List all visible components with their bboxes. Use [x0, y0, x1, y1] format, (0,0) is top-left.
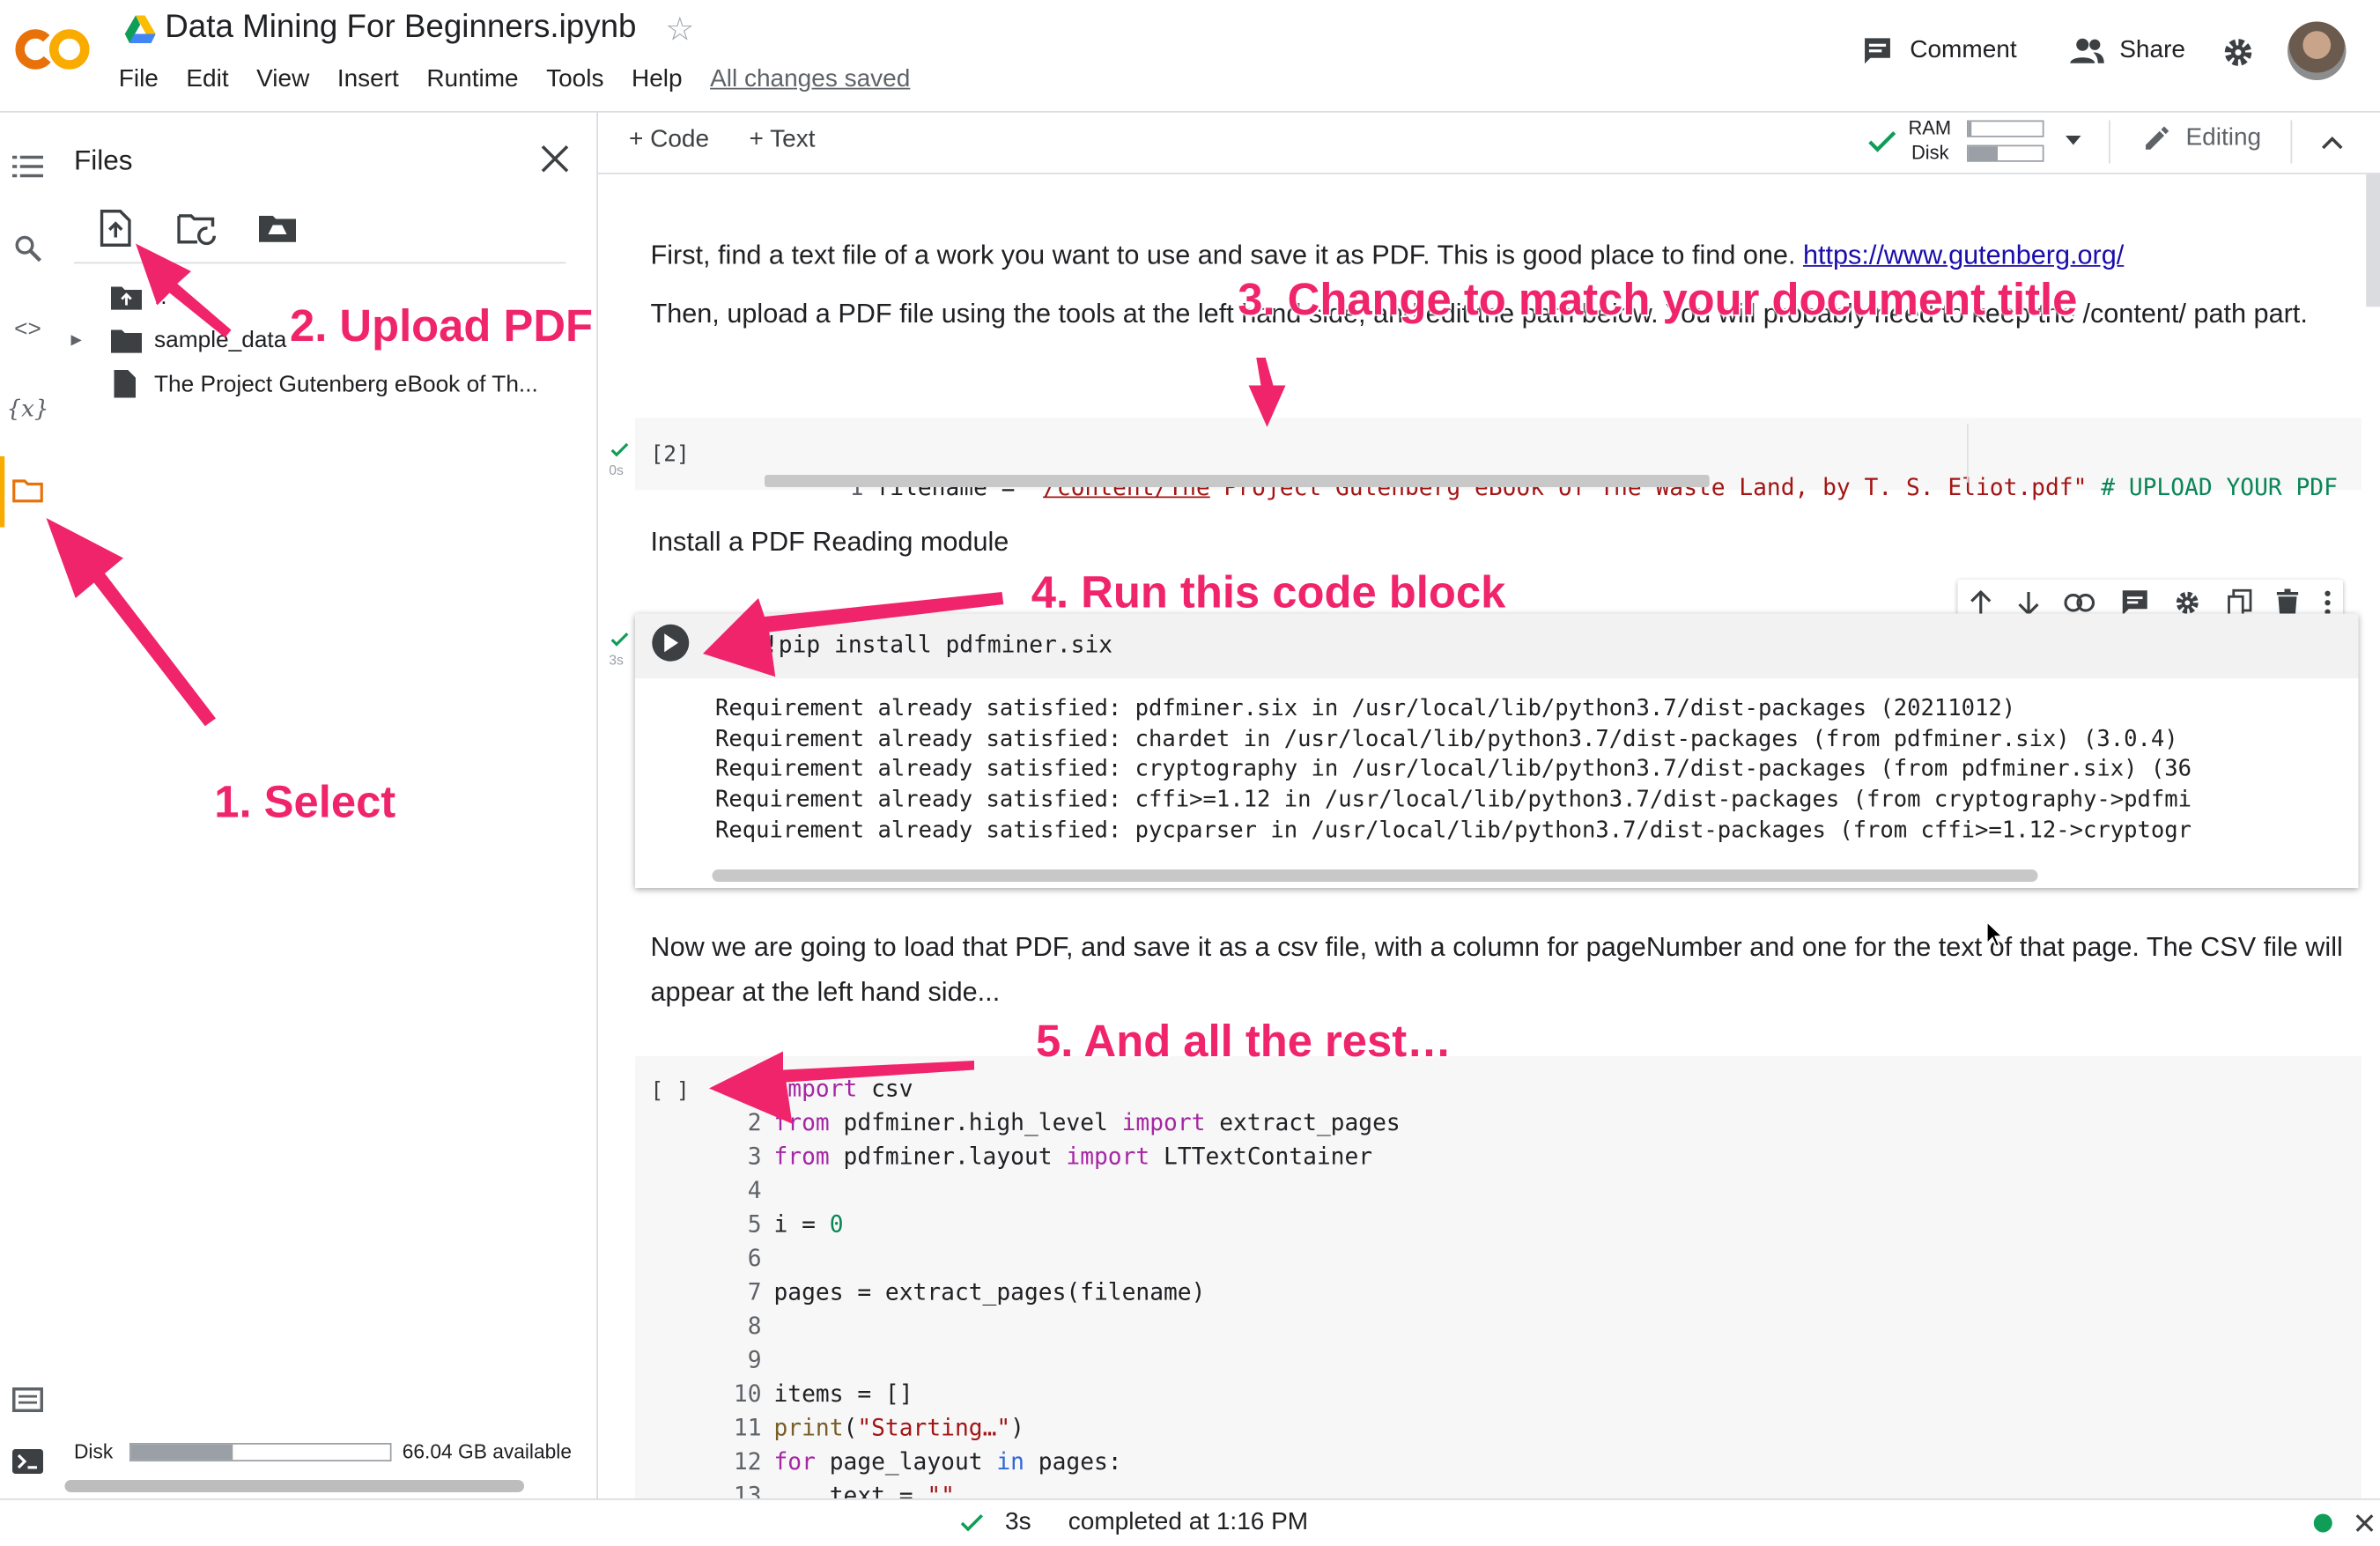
arrow-filename — [1248, 358, 1286, 427]
arrow-upload — [136, 243, 232, 338]
annotation-run: 4. Run this code block — [1031, 568, 1506, 618]
arrow-rest — [709, 1051, 974, 1124]
annotation-rest: 5. And all the rest… — [1036, 1017, 1452, 1067]
arrow-select — [46, 518, 216, 727]
annotation-arrows — [46, 243, 1286, 1124]
colab-window: Data Mining For Beginners.ipynb ☆ File Ed… — [0, 0, 2380, 1546]
annotation-upload: 2. Upload PDF — [290, 302, 594, 351]
annotation-change-title: 3. Change to match your document title — [1238, 276, 2078, 326]
annotation-select: 1. Select — [214, 778, 396, 828]
arrow-run — [703, 592, 1004, 677]
